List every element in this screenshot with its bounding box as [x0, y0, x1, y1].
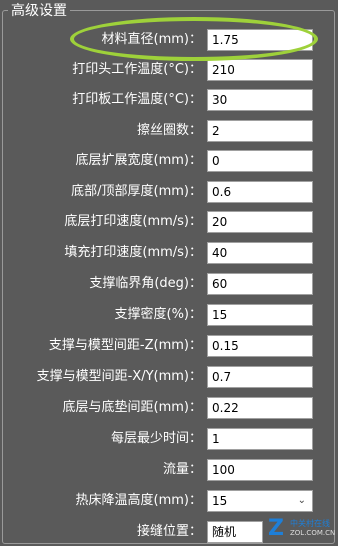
setting-row-flow: 流量： 100	[0, 458, 338, 482]
chevron-down-icon: ⌄	[297, 495, 306, 506]
flow-input[interactable]: 100	[207, 459, 313, 481]
setting-row-bed-temp: 打印板工作温度(°C)： 30	[0, 88, 338, 112]
setting-row-filament-diameter: 材料直径(mm)： 1.75	[0, 28, 338, 52]
setting-row-support-gap-z: 支撑与模型间距-Z(mm)： 0.15	[0, 334, 338, 358]
setting-label: 填充打印速度(mm/s)：	[64, 245, 202, 260]
setting-label: 底层扩展宽度(mm)：	[75, 153, 202, 168]
bed-cooldown-height-select[interactable]: 15 ⌄	[207, 490, 313, 512]
select-value: 随机	[212, 525, 237, 539]
setting-label: 底层打印速度(mm/s)：	[64, 214, 202, 229]
watermark-url: ZOL.COM.CN	[290, 529, 336, 537]
support-angle-input[interactable]: 60	[207, 273, 313, 295]
zol-logo-icon: Z	[268, 516, 284, 541]
filament-diameter-input[interactable]: 1.75	[207, 29, 313, 51]
select-value: 15	[212, 494, 228, 508]
setting-label: 支撑与模型间距-Z(mm)：	[48, 338, 202, 353]
panel-title: 高级设置	[8, 2, 70, 20]
zol-watermark: Z 中关村在线 ZOL.COM.CN	[268, 516, 336, 541]
setting-label: 流量：	[162, 462, 202, 477]
support-gap-z-input[interactable]: 0.15	[207, 335, 313, 357]
setting-label: 材料直径(mm)：	[101, 32, 202, 47]
setting-label: 底部/顶部厚度(mm)：	[71, 184, 202, 199]
setting-row-support-density: 支撑密度(%)： 15	[0, 303, 338, 327]
bed-temp-input[interactable]: 30	[207, 89, 313, 111]
support-density-input[interactable]: 15	[207, 304, 313, 326]
setting-label: 擦丝圈数：	[136, 123, 202, 138]
nozzle-temp-input[interactable]: 210	[207, 59, 313, 81]
setting-row-infill-speed: 填充打印速度(mm/s)： 40	[0, 241, 338, 265]
setting-label: 支撑密度(%)：	[114, 307, 203, 322]
setting-label: 打印头工作温度(°C)：	[72, 62, 202, 77]
setting-label: 接缝位置：	[136, 524, 202, 539]
watermark-brand: 中关村在线	[290, 519, 330, 528]
setting-label: 打印板工作温度(°C)：	[72, 92, 202, 107]
infill-speed-input[interactable]: 40	[207, 242, 313, 264]
support-gap-xy-input[interactable]: 0.7	[207, 366, 313, 388]
setting-label: 底层与底垫间距(mm)：	[62, 400, 202, 415]
brim-width-input[interactable]: 0	[207, 150, 313, 172]
setting-row-top-bottom-thickness: 底部/顶部厚度(mm)： 0.6	[0, 180, 338, 204]
setting-row-first-layer-speed: 底层打印速度(mm/s)： 20	[0, 210, 338, 234]
min-layer-time-input[interactable]: 1	[207, 428, 313, 450]
raft-gap-input[interactable]: 0.22	[207, 397, 313, 419]
setting-row-brim-width: 底层扩展宽度(mm)： 0	[0, 149, 338, 173]
setting-label: 支撑与模型间距-X/Y(mm)：	[36, 369, 202, 384]
setting-row-support-gap-xy: 支撑与模型间距-X/Y(mm)： 0.7	[0, 365, 338, 389]
setting-row-nozzle-temp: 打印头工作温度(°C)： 210	[0, 58, 338, 82]
top-bottom-thickness-input[interactable]: 0.6	[207, 181, 313, 203]
setting-label: 每层最少时间：	[110, 431, 202, 446]
wipe-count-input[interactable]: 2	[207, 120, 313, 142]
setting-row-raft-gap: 底层与底垫间距(mm)： 0.22	[0, 396, 338, 420]
setting-row-wipe-count: 擦丝圈数： 2	[0, 119, 338, 143]
seam-position-select[interactable]: 随机	[207, 521, 263, 543]
first-layer-speed-input[interactable]: 20	[207, 211, 313, 233]
setting-label: 支撑临界角(deg)：	[89, 276, 202, 291]
setting-label: 热床降温高度(mm)：	[75, 493, 202, 508]
setting-row-min-layer-time: 每层最少时间： 1	[0, 427, 338, 451]
setting-row-bed-cooldown-height: 热床降温高度(mm)： 15 ⌄	[0, 489, 338, 513]
setting-row-support-angle: 支撑临界角(deg)： 60	[0, 272, 338, 296]
